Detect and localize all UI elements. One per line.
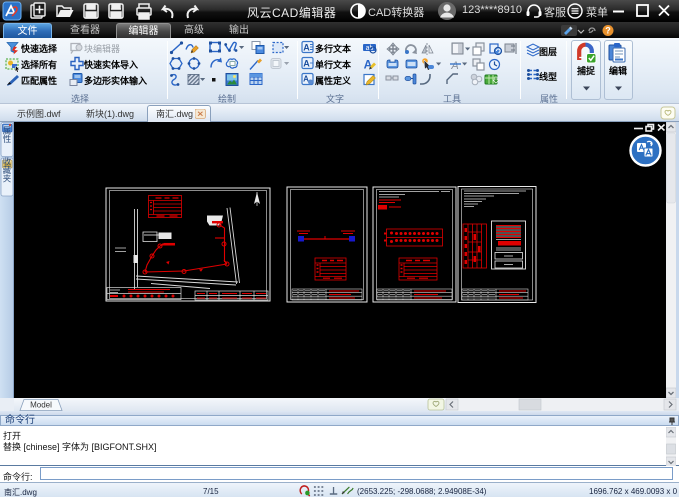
svg-text:Model: Model (30, 401, 52, 410)
svg-text:A: A (303, 59, 310, 69)
svg-text:A: A (303, 43, 310, 53)
svg-text:属性: 属性 (2, 126, 12, 144)
svg-text:收藏夹: 收藏夹 (2, 157, 12, 184)
svg-text:A: A (364, 58, 373, 72)
svg-text:A: A (450, 60, 458, 72)
svg-text:?: ? (605, 26, 611, 36)
